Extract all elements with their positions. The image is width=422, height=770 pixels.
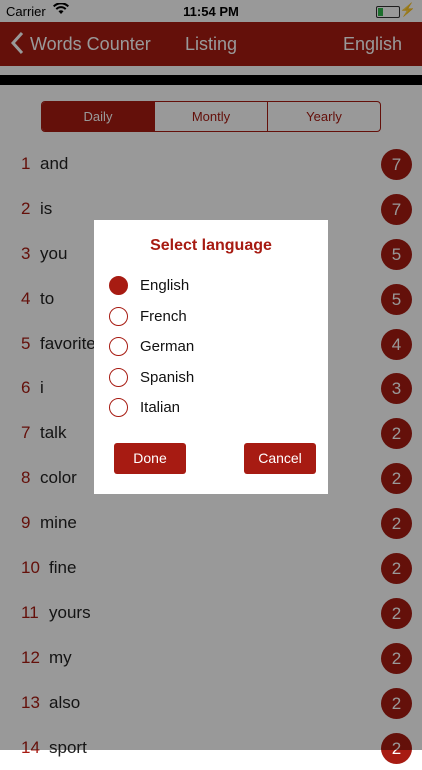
select-language-dialog: Select language English French German Sp… bbox=[94, 220, 328, 494]
radio-unchecked-icon[interactable] bbox=[109, 368, 128, 387]
language-option-label: French bbox=[140, 308, 187, 325]
dialog-title: Select language bbox=[150, 237, 272, 254]
radio-unchecked-icon[interactable] bbox=[109, 337, 128, 356]
language-option-label: English bbox=[140, 277, 190, 294]
radio-checked-icon[interactable] bbox=[109, 276, 128, 295]
radio-unchecked-icon[interactable] bbox=[109, 398, 128, 417]
language-option-label: Spanish bbox=[140, 369, 195, 386]
cancel-button[interactable]: Cancel bbox=[244, 443, 316, 474]
done-button[interactable]: Done bbox=[114, 443, 186, 474]
language-option-label: Italian bbox=[140, 399, 181, 416]
language-option-label: German bbox=[140, 338, 195, 355]
radio-unchecked-icon[interactable] bbox=[109, 307, 128, 326]
